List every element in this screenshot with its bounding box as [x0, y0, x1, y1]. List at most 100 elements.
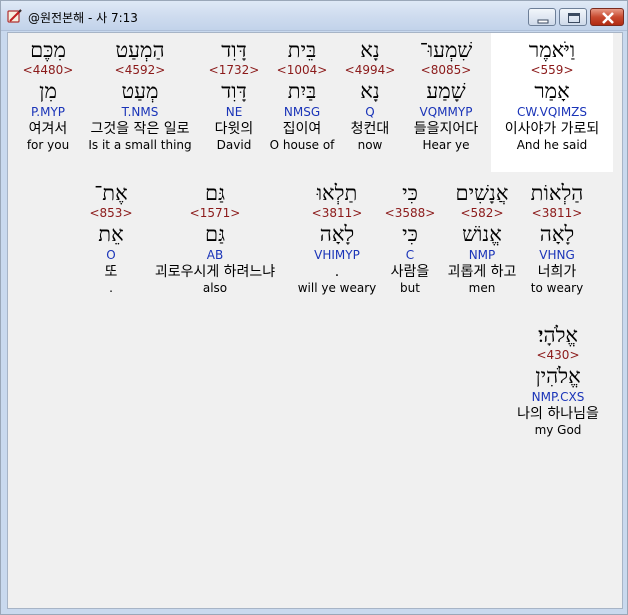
minimize-button[interactable]	[528, 8, 556, 26]
strong-number: <853>	[89, 206, 133, 220]
strong-number: <1732>	[208, 63, 260, 77]
strong-number: <4994>	[344, 63, 396, 77]
korean-gloss: 그것을 작은 일로	[90, 121, 190, 137]
strong-number: <3811>	[531, 206, 583, 220]
root-word: גַּם	[204, 222, 226, 246]
strong-number: <4480>	[22, 63, 74, 77]
strong-number: <4592>	[114, 63, 166, 77]
english-gloss: Hear ye	[422, 138, 470, 152]
parsing-code: VHNG	[539, 248, 575, 262]
english-gloss: also	[202, 281, 228, 295]
word-cell[interactable]: נָא <4994> נָא Q 청컨대 now	[340, 33, 400, 153]
english-gloss: my God	[534, 423, 582, 437]
strong-number: <8085>	[420, 63, 472, 77]
root-word: אֵת	[98, 222, 124, 246]
word-cell[interactable]: תַלְאוּ <3811> לָאָה VHIMYP . will ye we…	[293, 176, 381, 296]
root-word: אֱנוֹשׁ	[462, 222, 502, 246]
parsing-code: VHIMYP	[314, 248, 360, 262]
strong-number: <1571>	[189, 206, 241, 220]
strong-number: <3811>	[311, 206, 363, 220]
window-title: @원전본해 - 사 7:13	[28, 11, 138, 25]
hebrew-word: כִּי	[402, 181, 418, 205]
word-cell[interactable]: שִׁמְעוּ־ <8085> שָׁמַע VQMMYP 들을지어다 Hea…	[404, 33, 488, 153]
title-bar[interactable]: @원전본해 - 사 7:13	[1, 1, 627, 31]
hebrew-word: בֵּית	[287, 38, 317, 62]
word-cell[interactable]: גַּם <1571> גַּם AB 괴로우시게 하려느냐 also	[140, 176, 290, 296]
interlinear-view: וַיֹּאמֶר <559> אָמַר CW.VQIMZS 이사야가 가로되…	[7, 32, 623, 609]
parsing-code: VQMMYP	[419, 105, 473, 119]
root-word: דָּוִד	[221, 79, 247, 103]
hebrew-word: אֶת־	[94, 181, 128, 205]
hebrew-word: הַמְעַט	[115, 38, 165, 62]
strong-number: <582>	[460, 206, 504, 220]
word-cell[interactable]: דָּוִד <1732> דָּוִד NE 다윗의 David	[204, 33, 264, 153]
word-cell[interactable]: בֵּית <1004> בַּיִת NMSG 집이여 O house of	[269, 33, 335, 153]
strong-number: <1004>	[276, 63, 328, 77]
parsing-code: T.NMS	[121, 105, 159, 119]
word-cell[interactable]: מִכֶּם <4480> מִן P.MYP 여겨서 for you	[18, 33, 78, 153]
korean-gloss: 청컨대	[350, 121, 390, 137]
english-gloss: And he said	[516, 138, 588, 152]
strong-number: <3588>	[384, 206, 436, 220]
root-word: לָאָה	[319, 222, 355, 246]
word-cell[interactable]: הַמְעַט <4592> מְעַט T.NMS 그것을 작은 일로 Is …	[80, 33, 200, 153]
english-gloss: O house of	[269, 138, 335, 152]
parsing-code: NMP.CXS	[531, 390, 585, 404]
hebrew-word: אֲנָשִׁים	[455, 181, 509, 205]
english-gloss: but	[400, 281, 420, 295]
korean-gloss: 들을지어다	[413, 121, 479, 137]
root-word: אָמַר	[534, 79, 570, 103]
english-gloss: to weary	[530, 281, 584, 295]
english-gloss: will ye weary	[297, 281, 377, 295]
korean-gloss: 나의 하나님을	[517, 406, 599, 422]
word-cell[interactable]: אֱלֹהָי׃ <430> אֱלֹהִין NMP.CXS 나의 하나님을 …	[504, 318, 612, 438]
root-word: בַּיִת	[287, 79, 317, 103]
maximize-icon	[568, 13, 580, 23]
root-word: נָא	[360, 79, 380, 103]
root-word: לָאָה	[539, 222, 575, 246]
root-word: מִן	[39, 79, 57, 103]
english-gloss: for you	[26, 138, 70, 152]
maximize-button[interactable]	[559, 8, 587, 26]
korean-gloss: 사람을	[390, 264, 430, 280]
parsing-code: C	[405, 248, 415, 262]
parsing-code: NMSG	[283, 105, 321, 119]
korean-gloss: 너희가	[537, 264, 577, 280]
word-cell[interactable]: אֶת־ <853> אֵת O 또 .	[83, 176, 139, 296]
word-cell[interactable]: אֲנָשִׁים <582> אֱנוֹשׁ NMP 괴롭게 하고 men	[442, 176, 522, 296]
strong-number: <430>	[536, 348, 580, 362]
korean-gloss: 집이여	[282, 121, 322, 137]
korean-gloss: 괴롭게 하고	[447, 264, 517, 280]
parsing-code: P.MYP	[30, 105, 66, 119]
korean-gloss: 여겨서	[28, 121, 68, 137]
app-window: @원전본해 - 사 7:13 וַיֹּאמֶר <559> אָמַר CW.…	[0, 0, 628, 615]
word-cell[interactable]: וַיֹּאמֶר <559> אָמַר CW.VQIMZS 이사야가 가로되…	[491, 33, 613, 172]
parsing-code: AB	[206, 248, 224, 262]
korean-gloss: 괴로우시게 하려느냐	[154, 264, 276, 280]
korean-gloss: .	[334, 264, 340, 280]
close-icon	[602, 12, 614, 24]
english-gloss: .	[109, 281, 113, 295]
close-button[interactable]	[590, 8, 624, 26]
hebrew-word: נָא	[360, 38, 380, 62]
english-gloss: David	[216, 138, 252, 152]
parsing-code: NE	[225, 105, 243, 119]
root-word: אֱלֹהִין	[535, 364, 581, 388]
hebrew-word: שִׁמְעוּ־	[419, 38, 473, 62]
root-word: כִּי	[402, 222, 418, 246]
hebrew-word: תַלְאוּ	[316, 181, 358, 205]
english-gloss: now	[357, 138, 383, 152]
parsing-code: NMP	[468, 248, 496, 262]
hebrew-word: דָּוִד	[221, 38, 247, 62]
word-cell[interactable]: הַלְאוֹת <3811> לָאָה VHNG 너희가 to weary	[524, 176, 590, 296]
hebrew-word: גַּם	[204, 181, 226, 205]
parsing-code: O	[106, 248, 116, 262]
root-word: שָׁמַע	[426, 79, 466, 103]
minimize-icon	[537, 19, 549, 24]
parsing-code: CW.VQIMZS	[516, 105, 588, 119]
word-cell[interactable]: כִּי <3588> כִּי C 사람을 but	[383, 176, 437, 296]
strong-number: <559>	[530, 63, 574, 77]
pen-book-icon	[7, 8, 23, 24]
hebrew-word: הַלְאוֹת	[530, 181, 584, 205]
hebrew-word: אֱלֹהָי׃	[537, 323, 578, 347]
